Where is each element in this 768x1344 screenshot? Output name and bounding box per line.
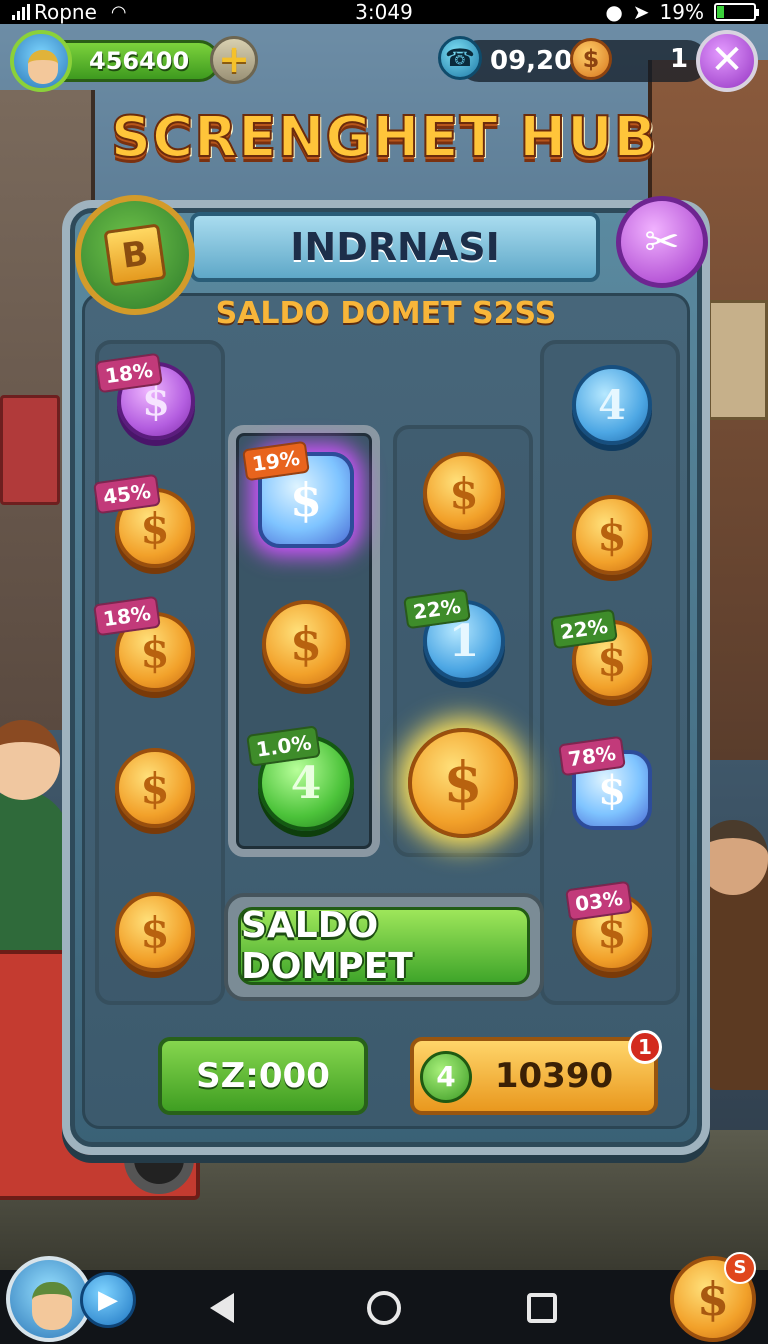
wifi-icon: ◠ bbox=[110, 1, 127, 23]
game-title: SCRENGHET HUB bbox=[110, 104, 658, 171]
location-icon: ➤ bbox=[632, 0, 650, 24]
phone-icon[interactable]: ☎ bbox=[438, 36, 482, 80]
carrier-name: Ropne bbox=[34, 0, 97, 24]
play-icon[interactable]: ▶ bbox=[80, 1272, 136, 1328]
coin-item[interactable]: $ bbox=[572, 495, 652, 575]
background-character-left bbox=[0, 720, 70, 970]
status-bar: Ropne ◠ 3:049 ● ➤ 19% bbox=[0, 0, 768, 24]
coin-shop-button[interactable]: $ S bbox=[670, 1252, 756, 1342]
currency-hud: 456400 + bbox=[10, 30, 258, 92]
back-icon[interactable] bbox=[202, 1286, 246, 1330]
scissors-icon[interactable]: ✂ bbox=[616, 196, 708, 288]
home-icon[interactable] bbox=[362, 1286, 406, 1330]
recent-apps-icon[interactable] bbox=[520, 1286, 564, 1330]
background-character-right bbox=[698, 820, 768, 1090]
green-amount-button[interactable]: SZ:000 bbox=[158, 1037, 368, 1115]
hud-count: 1 bbox=[670, 44, 689, 74]
coin-shop-badge: S bbox=[724, 1252, 756, 1284]
status-time: 3:049 bbox=[355, 0, 413, 24]
battery-percent: 19% bbox=[659, 0, 704, 24]
currency-amount: 456400 bbox=[50, 40, 220, 82]
coin-item[interactable]: $ bbox=[115, 892, 195, 972]
signal-icon bbox=[12, 4, 30, 20]
badge-letter: B bbox=[103, 223, 167, 287]
coin-item-featured[interactable]: $ bbox=[408, 728, 518, 838]
battery-icon bbox=[714, 3, 759, 21]
saldo-dompet-label: SALDO DOMPET bbox=[238, 905, 530, 987]
background-sign-left bbox=[0, 395, 60, 505]
badge-icon: B bbox=[75, 195, 195, 315]
hud-clock: 09,20 bbox=[490, 46, 573, 76]
coin-shop-symbol: $ bbox=[696, 1272, 729, 1326]
close-button[interactable]: ✕ bbox=[696, 30, 758, 92]
background-sign-right bbox=[708, 300, 768, 420]
add-currency-button[interactable]: + bbox=[210, 36, 258, 84]
panel-header: INDRNASI bbox=[190, 212, 600, 282]
gold-amount-button[interactable]: 4 10390 bbox=[410, 1037, 658, 1115]
top-right-hud: ☎ 09,20 $ 1 ✕ bbox=[438, 30, 758, 92]
gold-amount-label: 10390 bbox=[494, 1056, 614, 1096]
notification-badge: 1 bbox=[628, 1030, 662, 1064]
coin-item[interactable]: 4 bbox=[572, 365, 652, 445]
player-avatar[interactable] bbox=[10, 30, 72, 92]
saldo-dompet-button[interactable]: SALDO DOMPET bbox=[224, 893, 544, 1001]
green-coin-icon: 4 bbox=[420, 1051, 472, 1103]
coin-item[interactable]: $ bbox=[115, 748, 195, 828]
coin-icon: $ bbox=[570, 38, 612, 80]
alarm-icon: ● bbox=[605, 0, 623, 24]
coin-item[interactable]: $ bbox=[423, 452, 505, 534]
coin-item[interactable]: $ bbox=[262, 600, 350, 688]
